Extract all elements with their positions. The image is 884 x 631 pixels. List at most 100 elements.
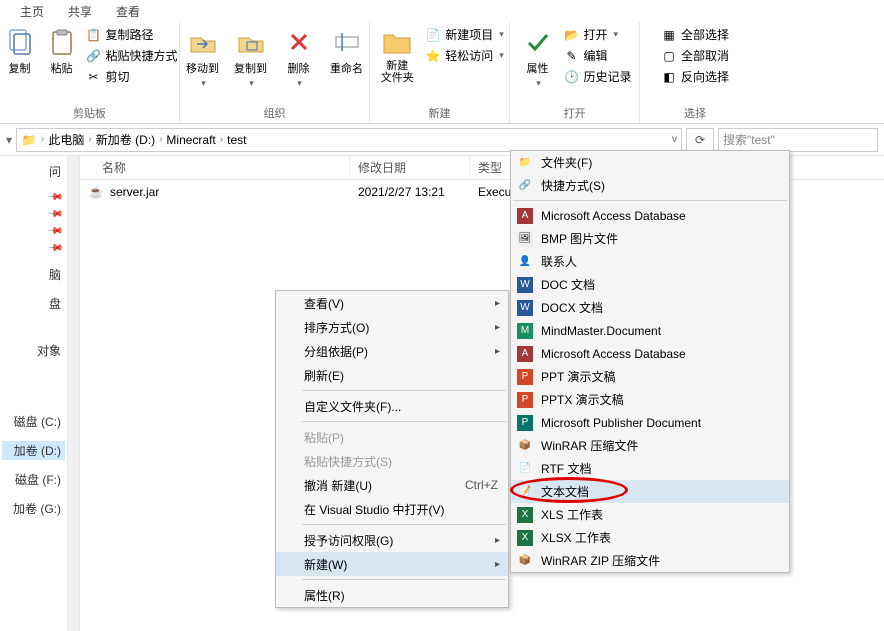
breadcrumb[interactable]: 📁 › 此电脑 › 新加卷 (D:) › Minecraft › test v <box>16 128 682 152</box>
properties-button[interactable]: 属性▾ <box>518 26 558 89</box>
new-pptx[interactable]: PPPTX 演示文稿 <box>511 388 789 411</box>
new-access-db2[interactable]: AMicrosoft Access Database <box>511 342 789 365</box>
new-rtf[interactable]: 📄RTF 文档 <box>511 457 789 480</box>
word-icon: W <box>517 300 533 316</box>
sidebar-drive-g[interactable]: 加卷 (G:) <box>2 499 65 518</box>
copy-path-button[interactable]: 📋复制路径 <box>86 26 178 43</box>
ctx-undo[interactable]: 撤消 新建(U)Ctrl+Z <box>276 473 508 497</box>
new-bmp[interactable]: 🖼BMP 图片文件 <box>511 227 789 250</box>
new-contact[interactable]: 👤联系人 <box>511 250 789 273</box>
select-none-button[interactable]: ▢全部取消 <box>661 47 729 64</box>
ctx-sort[interactable]: 排序方式(O)▸ <box>276 315 508 339</box>
easy-access-button[interactable]: ⭐轻松访问▾ <box>425 47 504 64</box>
copy-button[interactable]: 复制 <box>2 26 38 76</box>
pin-icon: 📌 <box>46 240 63 257</box>
sidebar-pin[interactable]: 📌 <box>2 225 65 238</box>
sidebar-drive-f[interactable]: 磁盘 (F:) <box>2 470 65 489</box>
new-rar[interactable]: 📦WinRAR 压缩文件 <box>511 434 789 457</box>
sidebar-item-quick[interactable]: 问 <box>2 162 65 181</box>
shortcut-text: Ctrl+Z <box>465 478 498 492</box>
scrollbar[interactable] <box>68 156 80 631</box>
shortcut-icon: 🔗 <box>517 178 533 194</box>
new-docx[interactable]: WDOCX 文档 <box>511 296 789 319</box>
new-folder-button[interactable]: 新建 文件夹 <box>375 26 419 84</box>
new-doc[interactable]: WDOC 文档 <box>511 273 789 296</box>
crumb-drive[interactable]: 新加卷 (D:) <box>96 131 155 148</box>
new-mindmaster[interactable]: MMindMaster.Document <box>511 319 789 342</box>
crumb-minecraft[interactable]: Minecraft <box>166 133 215 147</box>
new-item-button[interactable]: 📄新建项目▾ <box>425 26 504 43</box>
sidebar-item-pc[interactable]: 脑 <box>2 265 65 284</box>
new-folder[interactable]: 📁文件夹(F) <box>511 151 789 174</box>
separator <box>302 390 506 391</box>
cut-button[interactable]: ✂剪切 <box>86 68 178 85</box>
excel-icon: X <box>517 507 533 523</box>
tab-home[interactable]: 主页 <box>20 3 44 20</box>
new-xlsx[interactable]: XXLSX 工作表 <box>511 526 789 549</box>
sidebar-generic[interactable] <box>2 376 65 378</box>
mind-icon: M <box>517 323 533 339</box>
col-name[interactable]: 名称 <box>102 159 126 176</box>
new-access-db[interactable]: AMicrosoft Access Database <box>511 204 789 227</box>
sidebar-item-net[interactable]: 盘 <box>2 294 65 313</box>
new-zip[interactable]: 📦WinRAR ZIP 压缩文件 <box>511 549 789 572</box>
ctx-view[interactable]: 查看(V)▸ <box>276 291 508 315</box>
sidebar-pin[interactable]: 📌 <box>2 208 65 221</box>
paste-shortcut-button[interactable]: 🔗粘贴快捷方式 <box>86 47 178 64</box>
history-button[interactable]: 🕑历史记录 <box>564 68 632 85</box>
new-text[interactable]: 📝文本文档 <box>511 480 789 503</box>
invert-icon: ◧ <box>661 69 677 85</box>
sidebar-pin[interactable]: 📌 <box>2 191 65 204</box>
ctx-custom[interactable]: 自定义文件夹(F)... <box>276 394 508 418</box>
invert-select-button[interactable]: ◧反向选择 <box>661 68 729 85</box>
ctx-properties[interactable]: 属性(R) <box>276 583 508 607</box>
refresh-button[interactable]: ⟳ <box>686 128 714 152</box>
word-icon: W <box>517 277 533 293</box>
chevron-down-icon[interactable]: ▾ <box>6 133 12 147</box>
sidebar-generic[interactable] <box>2 370 65 372</box>
ctx-access[interactable]: 授予访问权限(G)▸ <box>276 528 508 552</box>
ctx-vs[interactable]: 在 Visual Studio 中打开(V) <box>276 497 508 521</box>
chevron-down-icon: ▾ <box>297 78 302 89</box>
group-label-clipboard: 剪贴板 <box>73 103 106 121</box>
new-ppt[interactable]: PPPT 演示文稿 <box>511 365 789 388</box>
sidebar-pin[interactable]: 📌 <box>2 242 65 255</box>
crumb-pc[interactable]: 此电脑 <box>48 131 84 148</box>
sidebar-generic[interactable] <box>2 400 65 402</box>
sidebar-item-obj[interactable]: 对象 <box>2 341 65 360</box>
group-select: ▦全部选择 ▢全部取消 ◧反向选择 选择 <box>640 22 750 123</box>
move-to-button[interactable]: 移动到▾ <box>182 26 224 89</box>
edit-button[interactable]: ✎编辑 <box>564 47 632 64</box>
context-menu: 查看(V)▸ 排序方式(O)▸ 分组依据(P)▸ 刷新(E) 自定义文件夹(F)… <box>275 290 509 608</box>
ppt-icon: P <box>517 369 533 385</box>
contact-icon: 👤 <box>517 254 533 270</box>
col-date[interactable]: 修改日期 <box>350 156 470 179</box>
bmp-icon: 🖼 <box>517 231 533 247</box>
sidebar-generic[interactable] <box>2 388 65 390</box>
search-input[interactable]: 搜索"test" <box>718 128 878 152</box>
select-all-button[interactable]: ▦全部选择 <box>661 26 729 43</box>
ctx-group[interactable]: 分组依据(P)▸ <box>276 339 508 363</box>
sidebar-generic[interactable] <box>2 394 65 396</box>
chevron-down-icon[interactable]: v <box>672 134 677 145</box>
paste-label: 粘贴 <box>51 60 73 76</box>
new-shortcut[interactable]: 🔗快捷方式(S) <box>511 174 789 197</box>
tab-share[interactable]: 共享 <box>68 3 92 20</box>
ctx-new[interactable]: 新建(W)▸ <box>276 552 508 576</box>
refresh-icon: ⟳ <box>695 133 705 147</box>
file-date: 2021/2/27 13:21 <box>350 185 470 199</box>
ctx-refresh[interactable]: 刷新(E) <box>276 363 508 387</box>
tab-view[interactable]: 查看 <box>116 3 140 20</box>
sidebar-drive-d[interactable]: 加卷 (D:) <box>2 441 65 460</box>
chevron-down-icon: ▾ <box>249 78 254 89</box>
copy-to-button[interactable]: 复制到▾ <box>230 26 272 89</box>
new-xls[interactable]: XXLS 工作表 <box>511 503 789 526</box>
delete-button[interactable]: 删除▾ <box>278 26 320 89</box>
new-publisher[interactable]: PMicrosoft Publisher Document <box>511 411 789 434</box>
paste-button[interactable]: 粘贴 <box>44 26 80 76</box>
sidebar-drive-c[interactable]: 磁盘 (C:) <box>2 412 65 431</box>
crumb-test[interactable]: test <box>227 133 246 147</box>
rename-button[interactable]: 重命名 <box>326 26 368 76</box>
open-button[interactable]: 📂打开▾ <box>564 26 632 43</box>
sidebar-generic[interactable] <box>2 382 65 384</box>
